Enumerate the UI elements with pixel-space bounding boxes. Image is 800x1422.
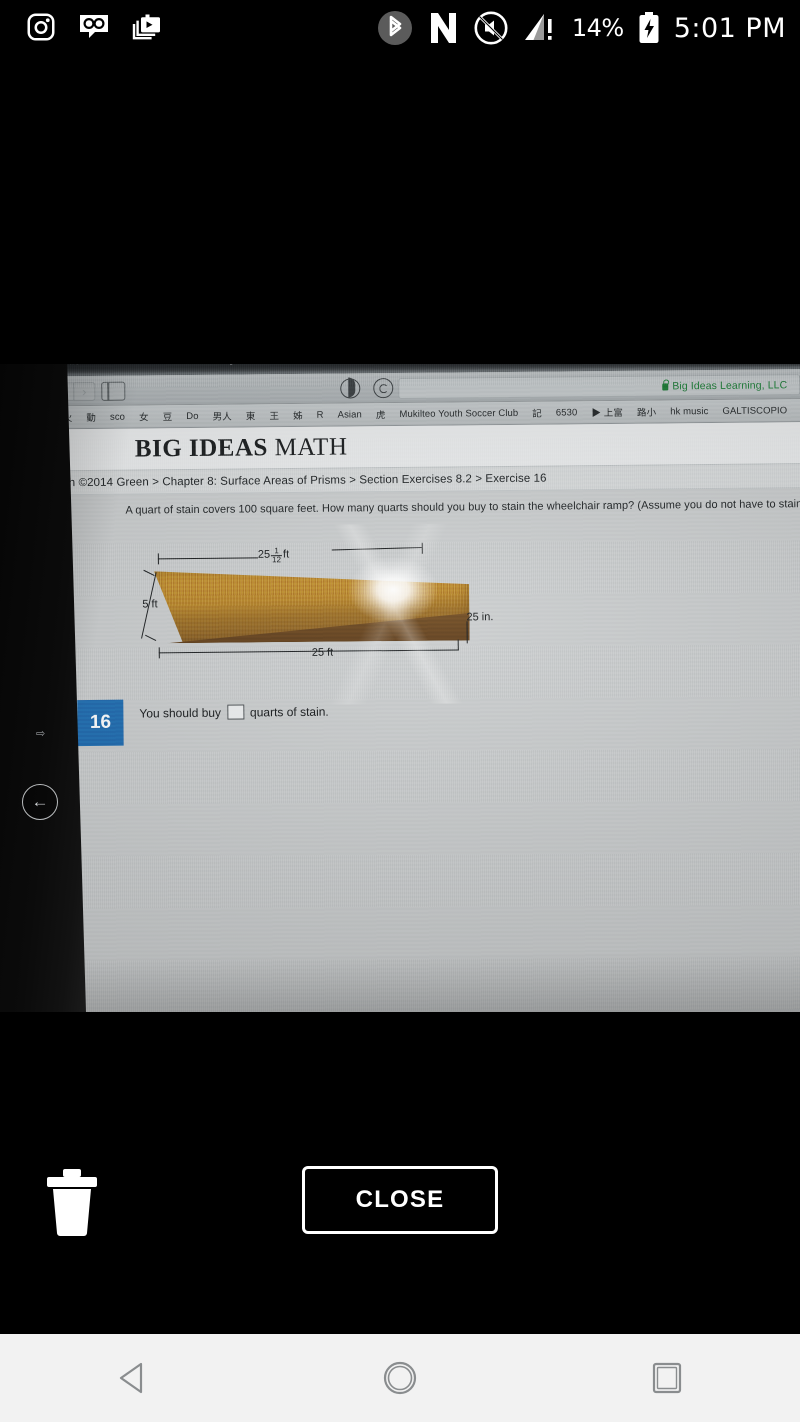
- battery-charging-icon: [639, 12, 659, 43]
- dimension-line-top: [331, 547, 422, 551]
- dimension-label-right: 25 in.: [466, 611, 494, 624]
- answer-input-field[interactable]: [226, 704, 245, 720]
- bookmark-item[interactable]: Asian: [331, 409, 369, 420]
- bookmark-item[interactable]: 姊: [286, 408, 310, 422]
- android-status-bar: 14% 5:01 PM: [0, 0, 800, 62]
- status-bar-system-icons: 14% 5:01 PM: [377, 10, 786, 46]
- nav-home-button[interactable]: [360, 1348, 440, 1408]
- wheelchair-ramp-figure: 25 1 12 ft 5 ft 25 ft 25 in.: [136, 522, 518, 706]
- dimension-top-whole: 25: [257, 548, 271, 561]
- captured-photo: Safari File Edit View History Bookmarks …: [0, 364, 800, 1012]
- bookmark-item[interactable]: 記: [525, 406, 549, 420]
- bookmark-item[interactable]: 虎: [369, 407, 393, 421]
- bookmark-item[interactable]: amx: [794, 404, 800, 415]
- dimension-label-bottom: 25 ft: [311, 646, 334, 659]
- battery-percent-label: 14%: [571, 14, 624, 42]
- bookmark-item[interactable]: ▶ 上富: [584, 405, 630, 419]
- trash-icon: [47, 1169, 97, 1236]
- dimension-tick: [457, 639, 459, 651]
- dimension-tick: [143, 569, 155, 577]
- overlay-back-button[interactable]: ←: [22, 784, 58, 820]
- bookmark-item[interactable]: 男人: [206, 409, 239, 423]
- dimension-line-top: [157, 557, 258, 560]
- bookmark-item[interactable]: 豆: [156, 409, 180, 423]
- bookmark-item[interactable]: 女: [132, 409, 156, 423]
- bluetooth-icon: [377, 11, 412, 45]
- bookmark-item[interactable]: Mukilteo Youth Soccer Club: [392, 407, 525, 419]
- dimension-tick: [158, 647, 160, 659]
- address-bar[interactable]: Big Ideas Learning, LLC: [398, 374, 800, 400]
- lock-icon: [662, 382, 669, 390]
- bookmark-item[interactable]: 路小: [630, 404, 663, 419]
- menu-item-history[interactable]: History: [201, 364, 235, 366]
- dimension-tick: [157, 553, 159, 565]
- nfc-icon: [430, 13, 456, 43]
- status-bar-notification-icons: [26, 12, 162, 42]
- back-icon: [120, 1362, 143, 1394]
- answer-sentence: You should buy quarts of stain.: [139, 704, 328, 721]
- menu-item-develop[interactable]: Develop: [342, 364, 382, 365]
- dimension-top-unit: ft: [282, 548, 290, 561]
- bookmark-item[interactable]: 動: [79, 410, 103, 424]
- bookmark-item[interactable]: sco: [103, 411, 132, 422]
- dimension-label-left: 5 ft: [142, 598, 158, 611]
- bookmark-item[interactable]: 王: [262, 408, 286, 422]
- overlay-arrow-icon: ⇨: [36, 728, 46, 740]
- mute-icon: [474, 11, 508, 45]
- voicemail-icon: [80, 15, 108, 38]
- bookmark-item[interactable]: GALTISCOPIO: [715, 405, 794, 417]
- delete-button[interactable]: [44, 1164, 100, 1240]
- nav-recents-button[interactable]: [627, 1348, 707, 1408]
- bookmark-item[interactable]: 6530: [549, 407, 585, 418]
- logo-text-bold: BIG IDEAS: [134, 434, 268, 463]
- bookmark-item[interactable]: hk music: [663, 405, 715, 417]
- media-library-icon: [132, 14, 160, 40]
- logo-text-light: MATH: [274, 433, 348, 462]
- menu-item-bookmarks[interactable]: Bookmarks: [261, 364, 316, 365]
- dimension-line-bottom: [158, 649, 459, 654]
- browser-forward-button[interactable]: ›: [73, 381, 96, 402]
- dimension-tick: [421, 542, 423, 554]
- nav-back-button[interactable]: [93, 1348, 173, 1408]
- bookmark-item[interactable]: 東: [239, 408, 263, 422]
- close-button[interactable]: CLOSE: [302, 1166, 498, 1234]
- big-ideas-math-logo: BIG IDEAS MATH: [135, 434, 348, 464]
- dimension-tick: [145, 634, 157, 642]
- site-identity-label: Big Ideas Learning, LLC: [662, 379, 787, 392]
- exercise-content: A quart of stain covers 100 square feet.…: [0, 488, 800, 1012]
- bookmark-item[interactable]: R: [310, 409, 331, 420]
- exercise-number-badge: 16: [77, 699, 124, 747]
- answer-suffix-label: quarts of stain.: [249, 704, 329, 719]
- photographed-laptop-screen: Safari File Edit View History Bookmarks …: [0, 364, 800, 1012]
- answer-prefix-label: You should buy: [139, 705, 222, 721]
- bookmark-item[interactable]: Do: [179, 410, 205, 421]
- menu-item-view[interactable]: View: [151, 364, 175, 366]
- cell-signal-icon: [524, 14, 552, 40]
- recents-icon: [652, 1362, 681, 1394]
- dimension-top-fraction: 1 12: [271, 546, 283, 565]
- dimension-label-top: 25 1 12 ft: [257, 546, 290, 565]
- answer-row: 16 You should buy quarts of stain.: [77, 696, 477, 748]
- dimension-line-right: [466, 621, 468, 644]
- status-bar-clock: 5:01 PM: [673, 12, 786, 44]
- sidebar-toggle-icon[interactable]: [101, 381, 126, 401]
- reader-view-icon[interactable]: [340, 378, 361, 399]
- home-icon: [383, 1361, 417, 1395]
- android-navigation-bar: [0, 1334, 800, 1422]
- privacy-shield-icon[interactable]: [373, 378, 394, 399]
- instagram-icon: [27, 13, 55, 41]
- question-text: A quart of stain covers 100 square feet.…: [125, 497, 800, 517]
- menu-item-edit[interactable]: Edit: [106, 364, 125, 367]
